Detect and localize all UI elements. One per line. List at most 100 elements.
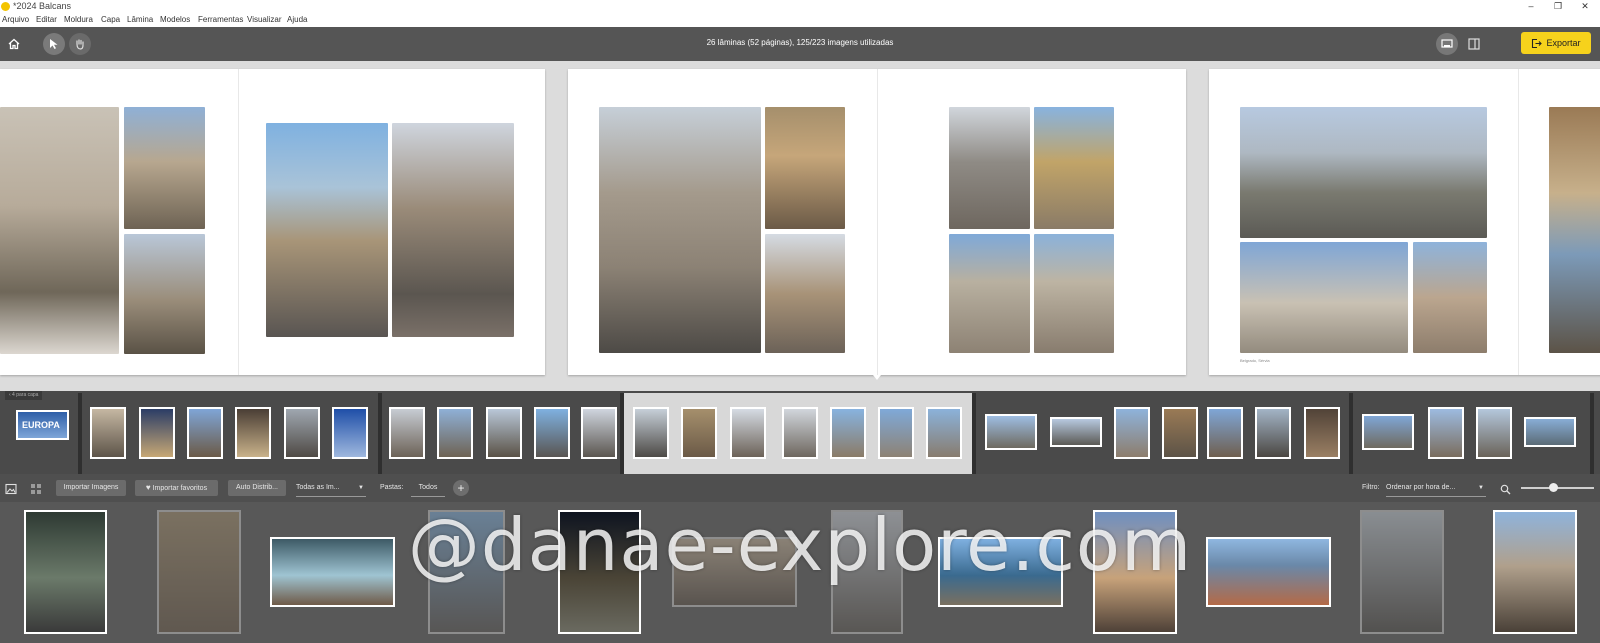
photo-square-4[interactable]	[1034, 234, 1114, 353]
filmstrip-thumb[interactable]	[1476, 407, 1512, 459]
sort-select[interactable]: Ordenar por hora de... ▼	[1386, 480, 1486, 497]
images-tab[interactable]	[5, 482, 17, 495]
spread-page[interactable]	[0, 69, 545, 375]
photo-tower-view[interactable]	[124, 234, 205, 354]
export-label: Exportar	[1546, 38, 1581, 48]
search-icon	[1500, 484, 1511, 495]
filmstrip-thumb[interactable]	[1207, 407, 1243, 459]
photo-family-cathedral[interactable]	[0, 107, 119, 354]
single-view-button[interactable]	[1436, 33, 1458, 55]
filmstrip-thumb[interactable]	[284, 407, 320, 459]
filmstrip-thumb[interactable]	[332, 407, 368, 459]
zoom-button[interactable]	[1500, 482, 1512, 495]
spread-page[interactable]: Belgrado, Sérvia	[1209, 69, 1600, 375]
images-filter-select[interactable]: Todas as Im... ▼	[296, 480, 366, 497]
filmstrip-thumb[interactable]	[681, 407, 717, 459]
menu-modelos[interactable]: Modelos	[160, 13, 190, 27]
library-toolbar: Importar Imagens ♥ Importar favoritos Au…	[0, 474, 1600, 502]
photo-chapel[interactable]	[124, 107, 205, 229]
window-title: *2024 Balcans	[13, 1, 72, 11]
filmstrip-thumb[interactable]	[878, 407, 914, 459]
export-button[interactable]: Exportar	[1521, 32, 1591, 54]
filmstrip-thumb[interactable]	[830, 407, 866, 459]
home-icon	[8, 38, 20, 50]
filmstrip-thumb[interactable]	[926, 407, 962, 459]
filmstrip-thumb[interactable]	[1050, 417, 1102, 447]
filmstrip-thumb[interactable]	[1362, 414, 1414, 450]
import-images-button[interactable]: Importar Imagens	[56, 480, 126, 496]
menu-arquivo[interactable]: Arquivo	[2, 13, 29, 27]
menu-capa[interactable]: Capa	[101, 13, 120, 27]
split-view-button[interactable]	[1465, 35, 1483, 53]
auto-distribute-button[interactable]: Auto Distrib...	[228, 480, 286, 496]
app-logo-icon	[1, 2, 10, 11]
photo-carousel[interactable]	[765, 107, 845, 229]
filmstrip-thumb[interactable]	[486, 407, 522, 459]
watermark-text: @danae-explore.com	[407, 503, 1193, 587]
filmstrip-thumb[interactable]	[985, 414, 1037, 450]
menu-bar: Arquivo Editar Moldura Capa Lâmina Model…	[0, 13, 1600, 27]
select-tool-button[interactable]	[43, 33, 65, 55]
filmstrip-thumb[interactable]	[389, 407, 425, 459]
menu-lamina[interactable]: Lâmina	[127, 13, 153, 27]
spread-page[interactable]	[568, 69, 1186, 375]
filmstrip-thumb[interactable]	[187, 407, 223, 459]
image-icon	[5, 483, 17, 495]
filmstrip-thumb[interactable]	[1255, 407, 1291, 459]
filmstrip-thumb[interactable]	[1524, 417, 1576, 447]
filmstrip-thumb[interactable]	[534, 407, 570, 459]
home-button[interactable]	[5, 35, 23, 53]
filmstrip-thumb[interactable]	[90, 407, 126, 459]
folder-all-tab[interactable]: Todos	[411, 480, 445, 497]
project-status: 26 lâminas (52 páginas), 125/223 imagens…	[706, 38, 894, 47]
close-button[interactable]: ✕	[1572, 0, 1598, 13]
filmstrip-thumb[interactable]	[1304, 407, 1340, 459]
photo-square-2[interactable]	[1034, 107, 1114, 229]
filmstrip-thumb[interactable]	[437, 407, 473, 459]
hand-icon	[76, 39, 84, 50]
photo-selfie[interactable]	[1413, 242, 1487, 353]
photo-autumn-tree[interactable]	[1549, 107, 1600, 353]
menu-ferramentas[interactable]: Ferramentas	[198, 13, 243, 27]
import-favorites-button[interactable]: ♥ Importar favoritos	[135, 480, 218, 496]
menu-moldura[interactable]: Moldura	[64, 13, 93, 27]
filmstrip-thumb[interactable]	[633, 407, 669, 459]
minimize-button[interactable]: –	[1518, 0, 1544, 13]
menu-ajuda[interactable]: Ajuda	[287, 13, 307, 27]
filmstrip-thumb[interactable]	[139, 407, 175, 459]
filmstrip-thumb[interactable]	[1114, 407, 1150, 459]
title-bar: *2024 Balcans – ❐ ✕	[0, 0, 1600, 13]
prev-spreads-label[interactable]: ‹ 4 para capa	[5, 391, 43, 400]
filmstrip-thumb[interactable]	[1428, 407, 1464, 459]
photo-belgrade-panorama[interactable]	[1240, 107, 1487, 238]
pan-tool-button[interactable]	[69, 33, 91, 55]
single-view-icon	[1441, 39, 1453, 48]
filmstrip-thumb[interactable]	[730, 407, 766, 459]
cover-thumbnail[interactable]: EUROPA	[16, 410, 69, 440]
photo-square-1[interactable]	[949, 107, 1030, 229]
photo-fortress-wall[interactable]	[1240, 242, 1408, 353]
layouts-tab[interactable]	[30, 482, 42, 494]
photo-street[interactable]	[266, 123, 388, 337]
selected-spread-indicator	[873, 375, 881, 380]
photo-clock-tower[interactable]	[765, 234, 845, 353]
filmstrip-thumb[interactable]	[782, 407, 818, 459]
filmstrip-thumb[interactable]	[581, 407, 617, 459]
zoom-slider-knob[interactable]	[1549, 483, 1559, 492]
photo-square-3[interactable]	[949, 234, 1030, 353]
grid-icon	[31, 484, 41, 494]
main-toolbar: 26 lâminas (52 páginas), 125/223 imagens…	[0, 27, 1600, 61]
photo-avenue[interactable]	[392, 123, 514, 337]
photo-caption: Belgrado, Sérvia	[1240, 358, 1270, 363]
export-icon	[1532, 38, 1543, 48]
maximize-button[interactable]: ❐	[1545, 0, 1571, 13]
album-canvas: Belgrado, Sérvia	[0, 61, 1600, 391]
caret-down-icon: ▼	[358, 485, 364, 491]
add-folder-button[interactable]: +	[453, 480, 469, 496]
filmstrip-thumb[interactable]	[1162, 407, 1198, 459]
photo-colleoni-chapel[interactable]	[599, 107, 761, 353]
menu-editar[interactable]: Editar	[36, 13, 57, 27]
filmstrip-thumb[interactable]	[235, 407, 271, 459]
menu-visualizar[interactable]: Visualizar	[247, 13, 282, 27]
filter-label: Filtro:	[1362, 484, 1380, 491]
